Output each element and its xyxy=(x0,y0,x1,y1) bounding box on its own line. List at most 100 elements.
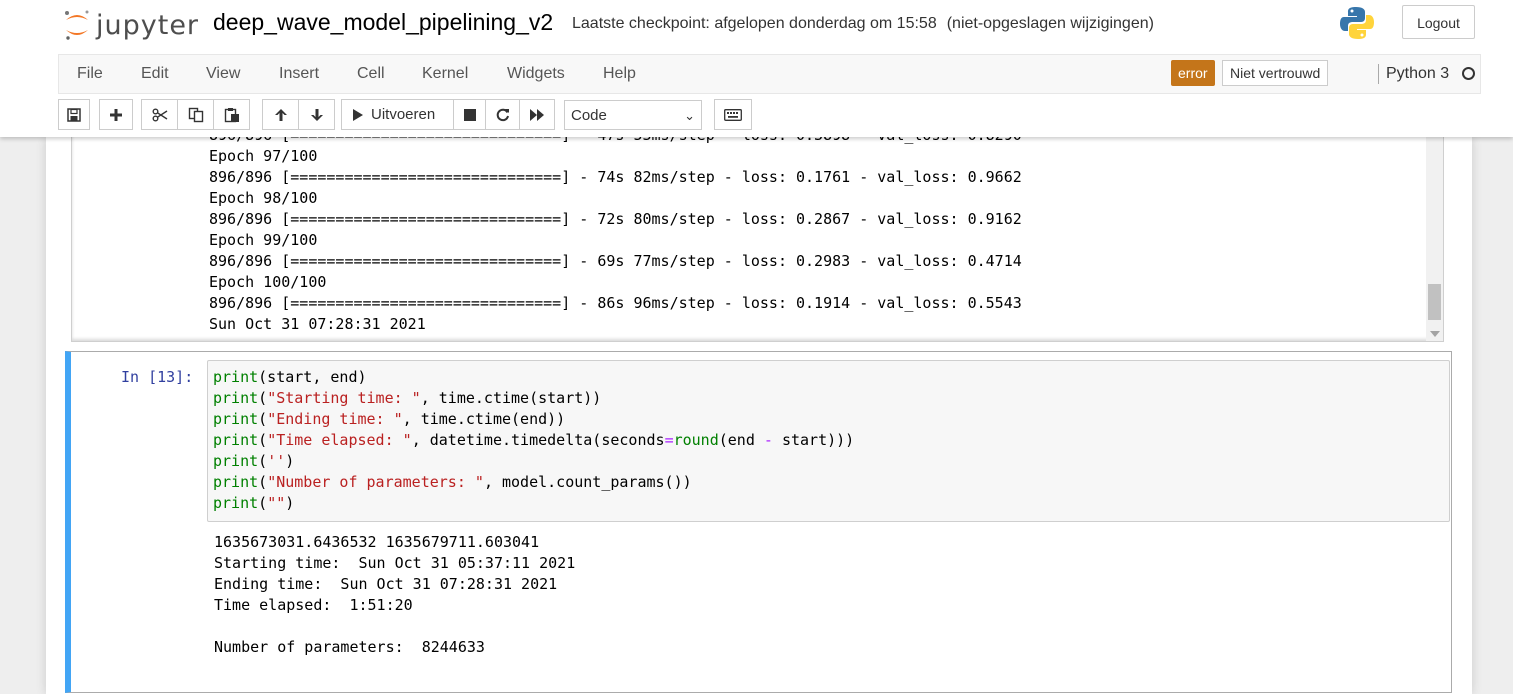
log-line: 896/896 [==============================]… xyxy=(209,252,1022,270)
insert-cell-button[interactable] xyxy=(99,99,133,130)
restart-icon xyxy=(496,108,509,121)
logout-button[interactable]: Logout xyxy=(1402,5,1475,39)
code-token: "Starting time: " xyxy=(267,389,421,407)
menu-edit[interactable]: Edit xyxy=(141,65,169,83)
arrow-up-icon xyxy=(274,108,287,121)
chevron-down-icon: ⌄ xyxy=(684,108,695,123)
move-up-button[interactable] xyxy=(262,99,299,130)
notebook-name[interactable]: deep_wave_model_pipelining_v2 xyxy=(213,9,553,36)
code-line: print("Ending time: ", time.ctime(end)) xyxy=(213,409,854,430)
code-token: round xyxy=(673,431,719,449)
code-token: ) xyxy=(285,494,295,512)
log-line: Epoch 97/100 xyxy=(209,147,318,165)
copy-button[interactable] xyxy=(177,99,214,130)
code-token: ( xyxy=(258,473,268,491)
code-token: "Time elapsed: " xyxy=(267,431,412,449)
cell-prompt: In [13]: xyxy=(121,368,194,386)
code-token: ( xyxy=(258,389,268,407)
logo-text: jupyter xyxy=(96,9,200,41)
training-log: 896/896 [==============================]… xyxy=(209,127,1022,335)
cell-type-select[interactable]: Code ⌄ xyxy=(564,100,702,130)
command-palette-button[interactable] xyxy=(714,99,752,130)
run-all-button[interactable] xyxy=(519,99,555,130)
log-line: Epoch 99/100 xyxy=(209,231,318,249)
output-line: 1635673031.6436532 1635679711.603041 xyxy=(214,533,540,551)
plus-icon xyxy=(110,108,122,121)
menu-insert[interactable]: Insert xyxy=(279,65,319,83)
code-token: ( xyxy=(258,431,268,449)
log-line: Epoch 98/100 xyxy=(209,189,318,207)
keyboard-icon xyxy=(724,108,742,121)
paste-button[interactable] xyxy=(213,99,250,130)
menu-widgets[interactable]: Widgets xyxy=(507,65,565,83)
menu-kernel[interactable]: Kernel xyxy=(422,65,468,83)
code-token: ( xyxy=(258,452,268,470)
menubar: File Edit View Insert Cell Kernel Widget… xyxy=(58,54,1481,94)
log-line: 896/896 [==============================]… xyxy=(209,210,1022,228)
scrollbar-thumb[interactable] xyxy=(1428,284,1441,320)
error-badge[interactable]: error xyxy=(1171,60,1215,86)
output-line: Ending time: Sun Oct 31 07:28:31 2021 xyxy=(214,575,558,593)
stop-icon xyxy=(463,108,476,121)
output-scrollbar[interactable] xyxy=(1426,127,1443,341)
move-down-button[interactable] xyxy=(298,99,335,130)
code-token: "" xyxy=(267,494,286,512)
jupyter-logo-icon xyxy=(65,10,89,40)
code-token: = xyxy=(664,431,674,449)
notebook-container: 896/896 [==============================]… xyxy=(46,127,1472,694)
interrupt-button[interactable] xyxy=(453,99,486,130)
python-logo-icon xyxy=(1340,7,1374,39)
code-token: print xyxy=(213,473,259,491)
menu-help[interactable]: Help xyxy=(603,65,636,83)
cell-output: 1635673031.6436532 1635679711.603041 Star… xyxy=(214,532,575,658)
code-token: print xyxy=(213,452,259,470)
restart-button[interactable] xyxy=(485,99,520,130)
cell-type-value: Code xyxy=(571,107,607,124)
code-line: print("Time elapsed: ", datetime.timedel… xyxy=(213,430,854,451)
kernel-name[interactable]: Python 3 xyxy=(1386,65,1449,83)
cut-icon xyxy=(152,108,167,121)
code-token: ( xyxy=(258,494,268,512)
code-token: (end xyxy=(718,431,764,449)
code-cell[interactable]: In [13]: print(start, end) print("Startin… xyxy=(65,351,1452,693)
code-token: print xyxy=(213,389,259,407)
code-token: , model.count_params()) xyxy=(483,473,692,491)
paste-icon xyxy=(224,107,239,122)
code-token: print xyxy=(213,494,259,512)
unsaved-changes: (niet-opgeslagen wijzigingen) xyxy=(946,15,1154,32)
menu-file[interactable]: File xyxy=(77,65,103,83)
save-icon xyxy=(67,107,81,122)
menu-cell[interactable]: Cell xyxy=(357,65,385,83)
code-token: (start, end) xyxy=(258,368,367,386)
run-label: Uitvoeren xyxy=(371,106,436,123)
log-line: Epoch 100/100 xyxy=(209,273,327,291)
code-token: print xyxy=(213,410,259,428)
run-button[interactable]: Uitvoeren xyxy=(341,99,454,130)
scroll-down-icon[interactable] xyxy=(1430,331,1440,337)
previous-output-area[interactable]: 896/896 [==============================]… xyxy=(71,127,1444,342)
checkpoint-status: Laatste checkpoint: afgelopen donderdag … xyxy=(572,15,1154,33)
log-line: Sun Oct 31 07:28:31 2021 xyxy=(209,315,426,333)
trust-button[interactable]: Niet vertrouwd xyxy=(1222,60,1329,86)
code-token: print xyxy=(213,368,259,386)
code-line: print(start, end) xyxy=(213,367,854,388)
code-token: print xyxy=(213,431,259,449)
code-token: "Number of parameters: " xyxy=(267,473,484,491)
play-icon xyxy=(353,108,363,121)
output-line: Number of parameters: 8244633 xyxy=(214,638,485,656)
save-button[interactable] xyxy=(58,99,90,130)
code-line: print("Starting time: ", time.ctime(star… xyxy=(213,388,854,409)
cut-button[interactable] xyxy=(141,99,178,130)
code-token: , datetime.timedelta(seconds xyxy=(411,431,665,449)
jupyter-logo[interactable]: jupyter xyxy=(62,8,199,42)
menu-view[interactable]: View xyxy=(206,65,240,83)
fast-forward-icon xyxy=(530,108,544,121)
log-line: 896/896 [==============================]… xyxy=(209,294,1022,312)
code-line: print('') xyxy=(213,451,854,472)
code-line: print("Number of parameters: ", model.co… xyxy=(213,472,854,493)
code-editor[interactable]: print(start, end) print("Starting time: "… xyxy=(207,360,1450,522)
arrow-down-icon xyxy=(310,108,323,121)
header: jupyter deep_wave_model_pipelining_v2 La… xyxy=(0,0,1513,137)
kernel-status-icon xyxy=(1462,67,1475,80)
